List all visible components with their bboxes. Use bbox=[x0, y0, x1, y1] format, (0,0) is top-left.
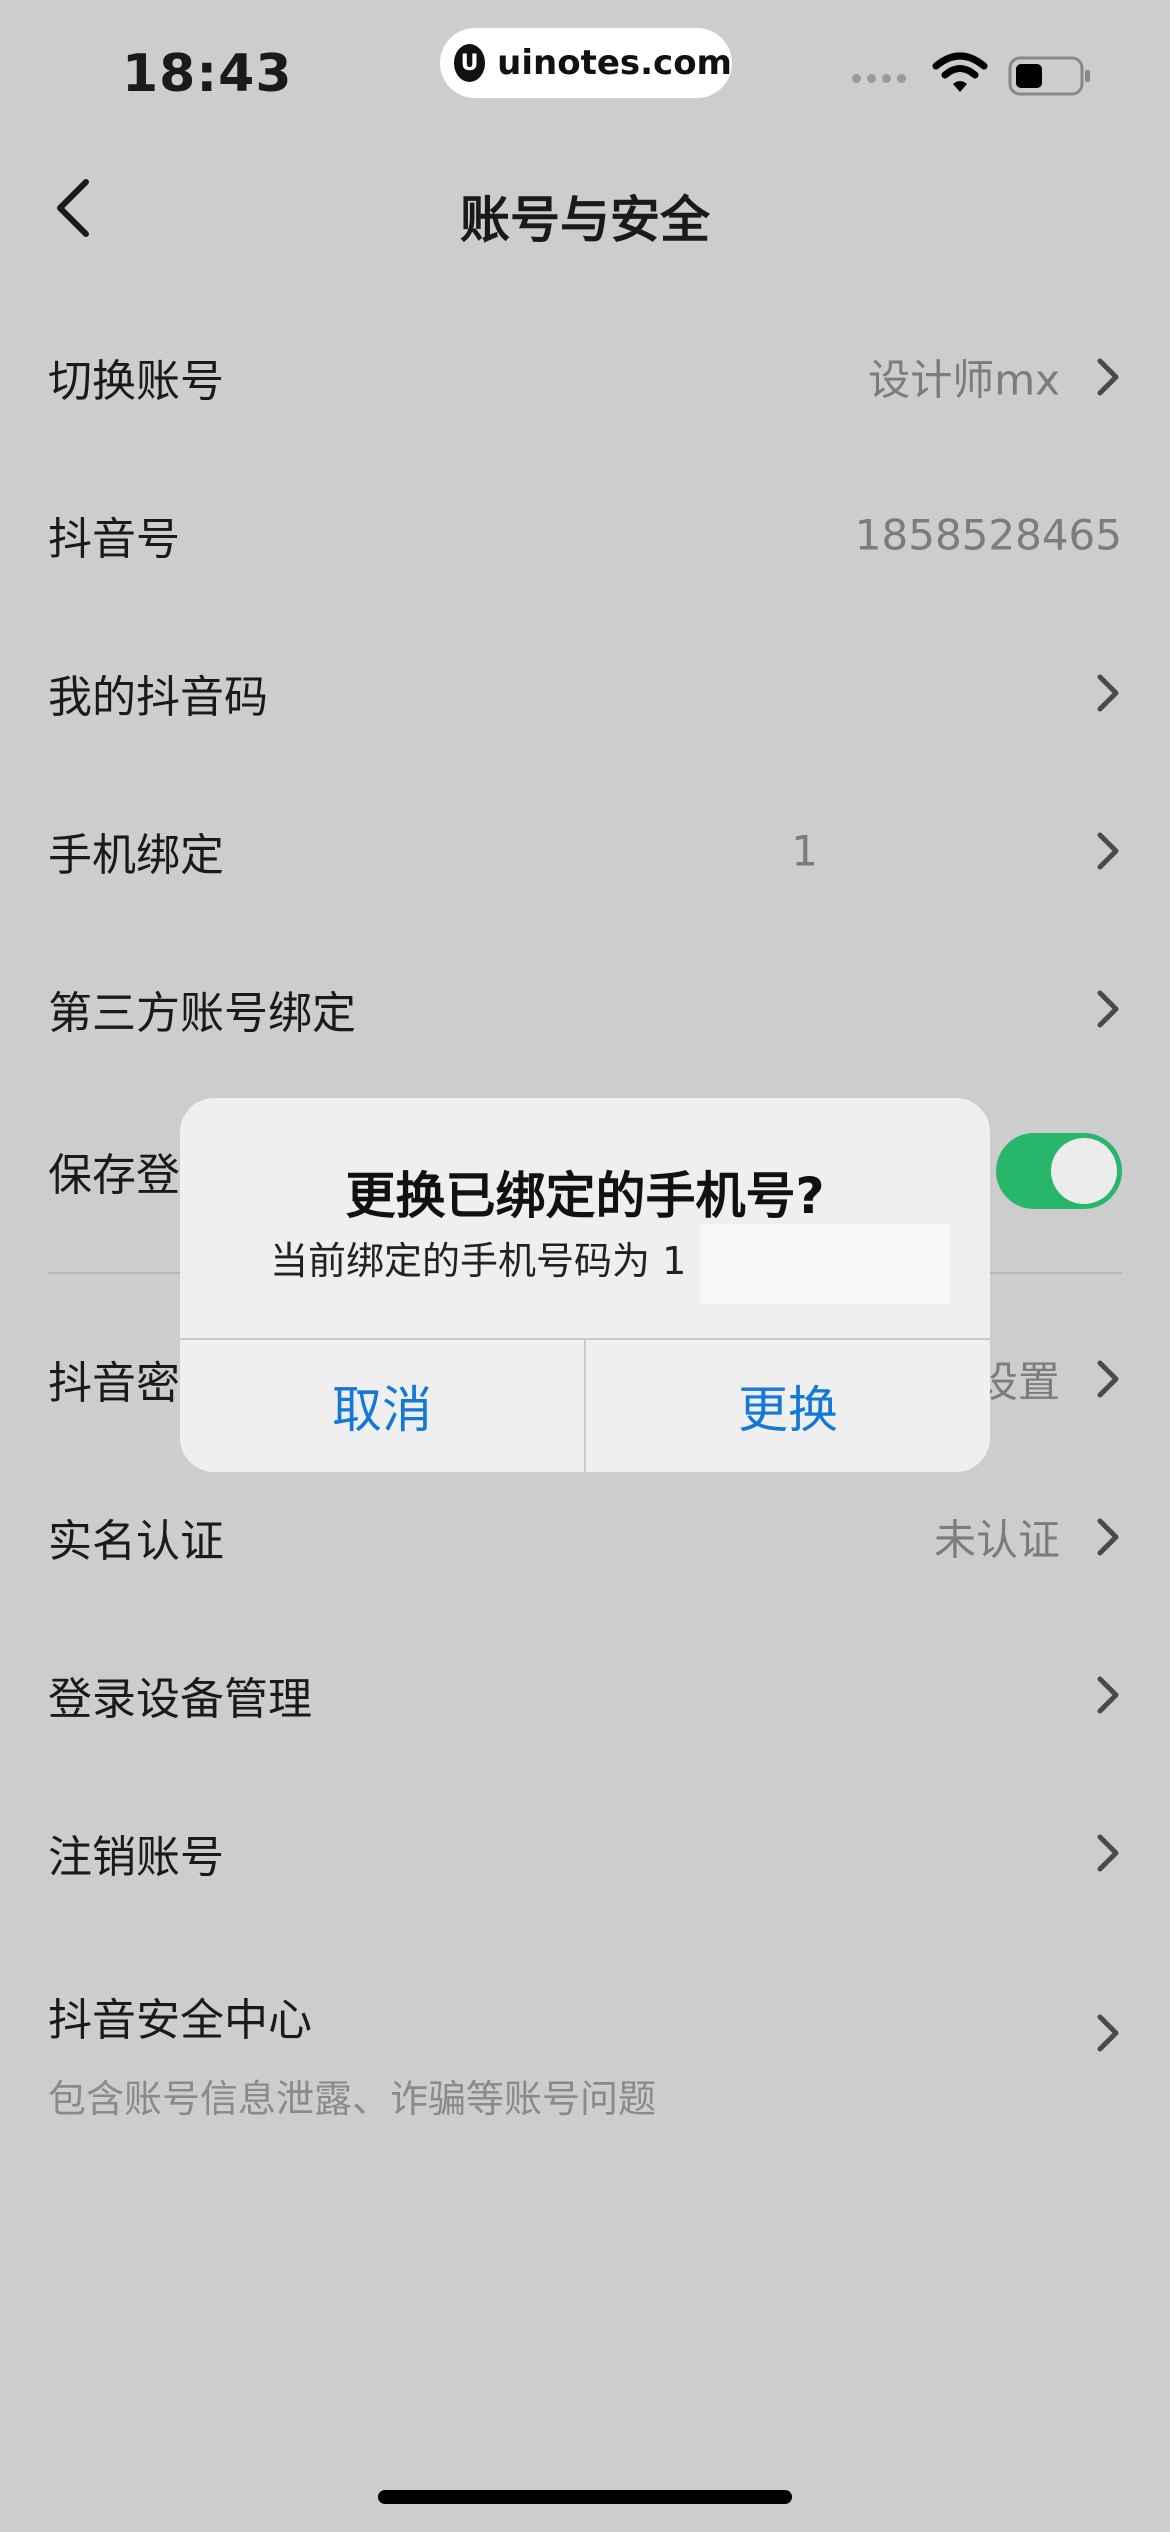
redaction-mask bbox=[700, 1224, 950, 1304]
status-bar: 18:43 U uinotes.com bbox=[0, 0, 1170, 130]
row-label: 切换账号 bbox=[48, 356, 224, 407]
row-switch-account[interactable]: 切换账号 设计师mx bbox=[0, 298, 1170, 456]
row-label: 我的抖音码 bbox=[48, 672, 268, 723]
page-title: 账号与安全 bbox=[460, 191, 710, 249]
navigation-bar: 账号与安全 bbox=[0, 150, 1170, 266]
chevron-right-icon bbox=[1094, 673, 1122, 713]
wifi-icon bbox=[932, 52, 988, 98]
row-sublabel: 包含账号信息泄露、诈骗等账号问题 bbox=[48, 2077, 657, 2121]
row-label: 保存登 bbox=[48, 1150, 180, 1201]
row-label: 注销账号 bbox=[48, 1832, 224, 1883]
cancel-button[interactable]: 取消 bbox=[180, 1340, 584, 1472]
chevron-right-icon bbox=[1094, 1833, 1122, 1873]
row-value: 1858528465 bbox=[854, 510, 1122, 560]
save-login-toggle[interactable] bbox=[996, 1133, 1122, 1209]
row-label: 登录设备管理 bbox=[48, 1674, 312, 1725]
row-value: 1 bbox=[791, 826, 818, 876]
cellular-signal-icon bbox=[852, 74, 906, 83]
chevron-right-icon bbox=[1094, 1517, 1122, 1557]
dialog-message: 当前绑定的手机号码为 1 bbox=[270, 1239, 687, 1283]
row-login-device-management[interactable]: 登录设备管理 bbox=[0, 1616, 1170, 1774]
row-label: 第三方账号绑定 bbox=[48, 988, 356, 1039]
chevron-right-icon bbox=[1094, 831, 1122, 871]
chevron-right-icon bbox=[1094, 989, 1122, 1029]
toggle-knob bbox=[1051, 1138, 1117, 1204]
row-label: 实名认证 bbox=[48, 1516, 224, 1567]
home-indicator[interactable] bbox=[378, 2490, 792, 2504]
row-value: 设计师mx bbox=[868, 355, 1060, 405]
status-time: 18:43 bbox=[122, 44, 293, 104]
row-phone-binding[interactable]: 手机绑定 1 bbox=[0, 772, 1170, 930]
watermark-text: uinotes.com bbox=[497, 43, 732, 83]
chevron-right-icon bbox=[1094, 2013, 1122, 2053]
battery-icon bbox=[1008, 56, 1092, 100]
row-label: 抖音安全中心 bbox=[48, 1995, 312, 2046]
chevron-right-icon bbox=[1094, 1675, 1122, 1715]
row-value: 未认证 bbox=[933, 1515, 1060, 1565]
chevron-right-icon bbox=[1094, 1359, 1122, 1399]
watermark-logo-icon: U bbox=[454, 44, 486, 82]
watermark-badge: U uinotes.com bbox=[440, 28, 732, 98]
change-button[interactable]: 更换 bbox=[586, 1340, 990, 1472]
change-phone-dialog: 更换已绑定的手机号? 当前绑定的手机号码为 1 取消 更换 bbox=[180, 1098, 990, 1472]
row-third-party-binding[interactable]: 第三方账号绑定 bbox=[0, 930, 1170, 1088]
row-my-qr-code[interactable]: 我的抖音码 bbox=[0, 614, 1170, 772]
row-real-name-verification[interactable]: 实名认证 未认证 bbox=[0, 1458, 1170, 1616]
row-cancel-account[interactable]: 注销账号 bbox=[0, 1774, 1170, 1932]
dialog-title: 更换已绑定的手机号? bbox=[345, 1167, 825, 1225]
row-label: 抖音号 bbox=[48, 514, 180, 565]
row-label: 抖音密 bbox=[48, 1358, 180, 1409]
row-douyin-id: 抖音号 1858528465 bbox=[0, 456, 1170, 614]
row-label: 手机绑定 bbox=[48, 830, 224, 881]
chevron-right-icon bbox=[1094, 357, 1122, 397]
